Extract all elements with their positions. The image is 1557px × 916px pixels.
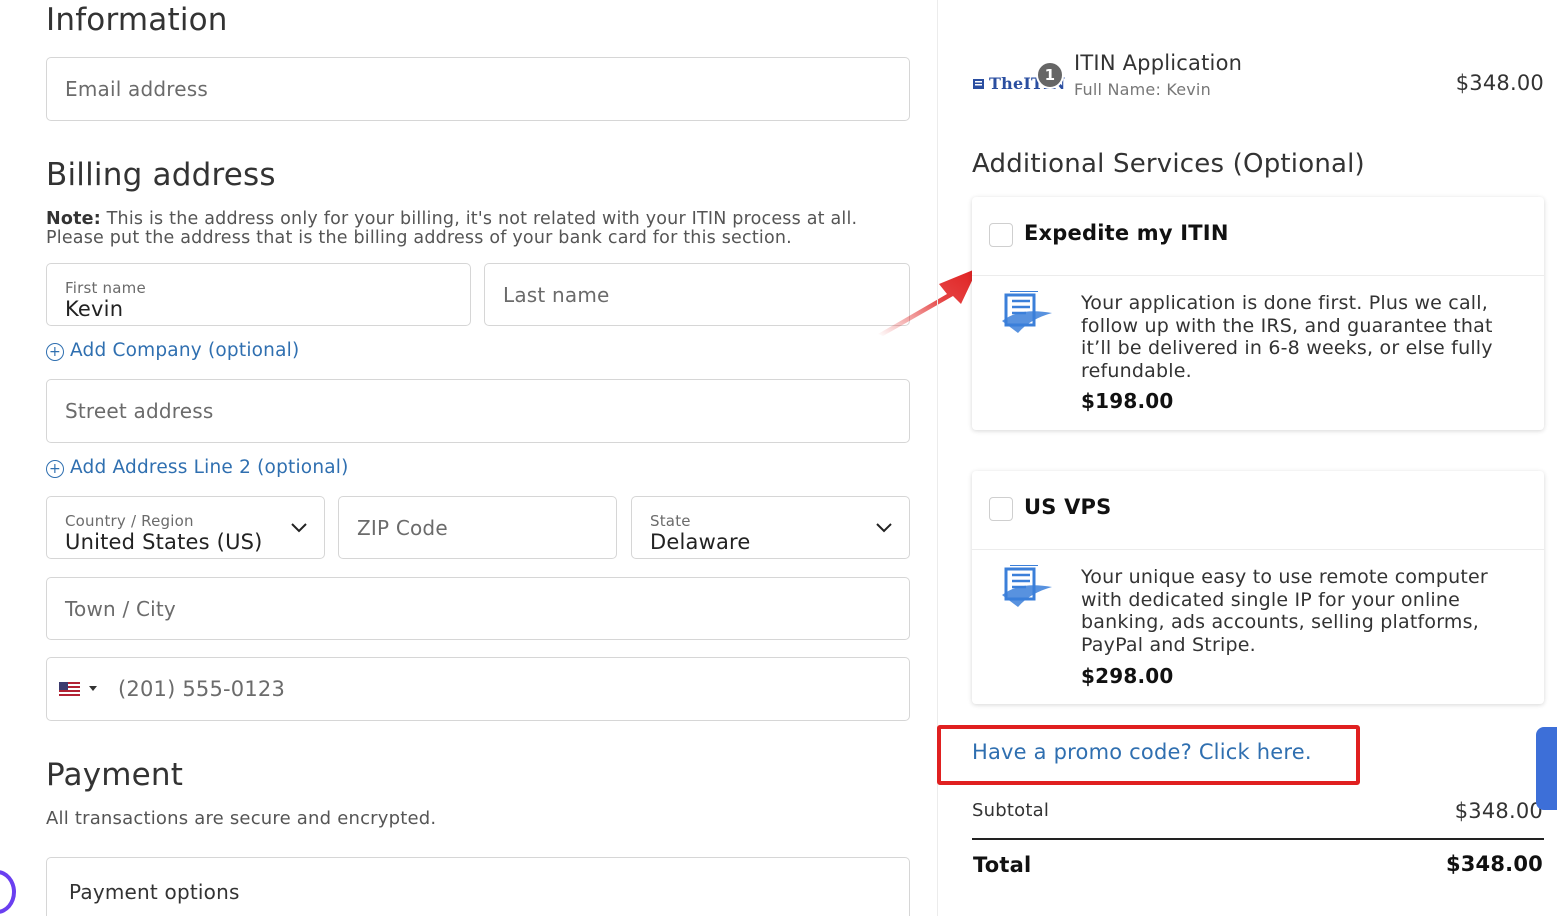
country-select[interactable]: Country / Region United States (US) — [46, 496, 325, 559]
first-name-value: Kevin — [65, 297, 124, 321]
service-card-us-vps: US VPS Your unique easy to use remote co… — [972, 471, 1544, 704]
billing-heading: Billing address — [46, 157, 276, 193]
promo-code-link[interactable]: Have a promo code? Click here. — [972, 740, 1312, 764]
expedite-price: $198.00 — [1081, 389, 1174, 413]
us-vps-price: $298.00 — [1081, 664, 1174, 688]
quantity-badge: 1 — [1036, 61, 1064, 89]
street-address-field[interactable]: Street address — [46, 379, 910, 443]
additional-services-heading: Additional Services (Optional) — [972, 149, 1365, 179]
payment-heading: Payment — [46, 757, 184, 793]
caret-down-icon[interactable] — [89, 686, 97, 691]
note-line-2: Please put the address that is the billi… — [46, 228, 792, 248]
service-icon — [1002, 565, 1052, 607]
us-vps-checkbox[interactable] — [989, 497, 1013, 521]
payment-options-label: Payment options — [69, 880, 240, 904]
chevron-down-icon — [291, 523, 307, 533]
zip-placeholder: ZIP Code — [357, 515, 448, 540]
city-field[interactable]: Town / City — [46, 577, 910, 640]
order-summary: TheITIN 1 ITIN Application Full Name: Ke… — [937, 0, 1557, 916]
service-icon — [1002, 291, 1052, 333]
subtotal-value: $348.00 — [1454, 799, 1543, 823]
service-card-expedite: Expedite my ITIN Your application is don… — [972, 197, 1544, 430]
add-company-link[interactable]: + Add Company (optional) — [46, 340, 299, 361]
payment-subtitle: All transactions are secure and encrypte… — [46, 808, 437, 829]
state-value: Delaware — [650, 530, 751, 554]
logo-icon — [973, 78, 984, 89]
plus-circle-icon: + — [46, 342, 64, 361]
city-placeholder: Town / City — [65, 596, 176, 621]
expedite-title: Expedite my ITIN — [1024, 221, 1229, 245]
expedite-description: Your application is done first. Plus we … — [1081, 292, 1493, 382]
state-select[interactable]: State Delaware — [631, 496, 910, 559]
subtotal-label: Subtotal — [972, 800, 1050, 821]
country-label: Country / Region — [65, 512, 194, 530]
total-label: Total — [973, 853, 1032, 877]
note-label: Note: — [46, 209, 101, 229]
add-address2-label: Add Address Line 2 (optional) — [70, 457, 349, 478]
note-line-1: This is the address only for your billin… — [100, 209, 858, 229]
us-vps-description: Your unique easy to use remote computer … — [1081, 566, 1488, 656]
zip-code-field[interactable]: ZIP Code — [338, 496, 617, 559]
payment-options-box[interactable]: Payment options — [46, 857, 910, 916]
us-vps-title: US VPS — [1024, 495, 1112, 519]
plus-circle-icon: + — [46, 459, 64, 478]
total-value: $348.00 — [1445, 852, 1543, 876]
phone-field[interactable]: (201) 555-0123 — [46, 657, 910, 721]
last-name-placeholder: Last name — [503, 282, 610, 307]
information-heading: Information — [46, 2, 228, 38]
billing-note: Note: This is the address only for your … — [46, 210, 857, 248]
chat-widget-icon[interactable] — [0, 870, 16, 914]
last-name-field[interactable]: Last name — [484, 263, 910, 326]
add-address-line2-link[interactable]: + Add Address Line 2 (optional) — [46, 457, 349, 478]
country-value: United States (US) — [65, 530, 263, 554]
side-feedback-tab[interactable] — [1536, 727, 1557, 810]
add-company-label: Add Company (optional) — [70, 340, 300, 361]
first-name-label: First name — [65, 279, 146, 297]
summary-divider — [972, 838, 1544, 840]
expedite-checkbox[interactable] — [989, 223, 1013, 247]
street-placeholder: Street address — [65, 399, 214, 423]
phone-placeholder: (201) 555-0123 — [118, 677, 286, 701]
checkout-form: Information Email address Billing addres… — [0, 0, 938, 916]
first-name-field[interactable]: First name Kevin — [46, 263, 471, 326]
state-label: State — [650, 512, 691, 530]
chevron-down-icon — [876, 523, 892, 533]
product-price: $348.00 — [1455, 71, 1544, 95]
product-subtitle: Full Name: Kevin — [1074, 80, 1211, 99]
product-title: ITIN Application — [1074, 51, 1243, 75]
us-flag-icon[interactable] — [59, 682, 80, 696]
email-placeholder: Email address — [65, 77, 209, 101]
email-field[interactable]: Email address — [46, 57, 910, 121]
